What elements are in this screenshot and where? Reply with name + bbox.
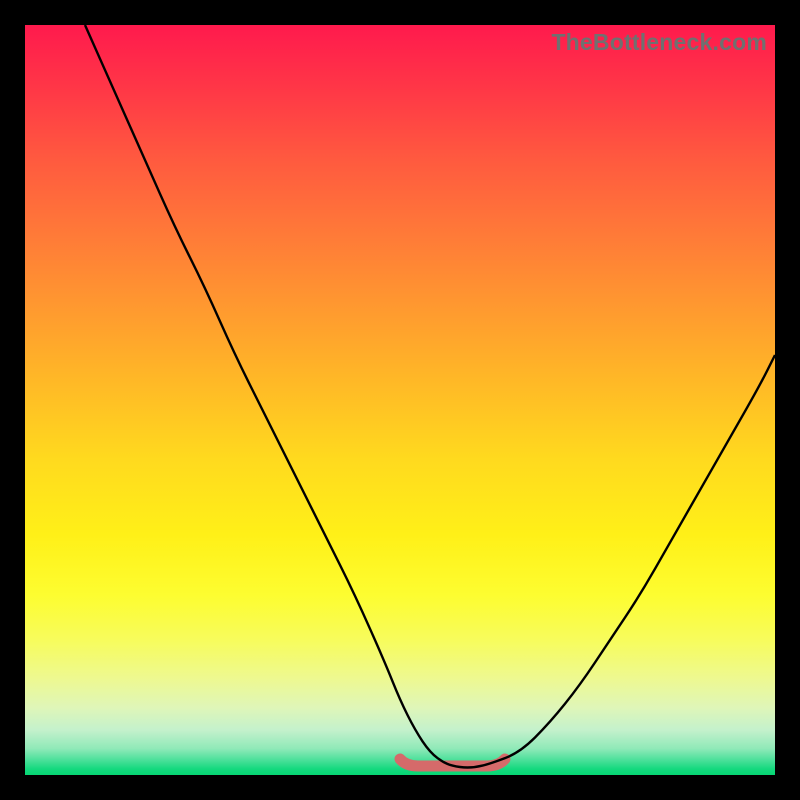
bottleneck-curve [85, 25, 775, 768]
chart-svg [25, 25, 775, 775]
chart-frame: TheBottleneck.com [0, 0, 800, 800]
plot-area: TheBottleneck.com [25, 25, 775, 775]
